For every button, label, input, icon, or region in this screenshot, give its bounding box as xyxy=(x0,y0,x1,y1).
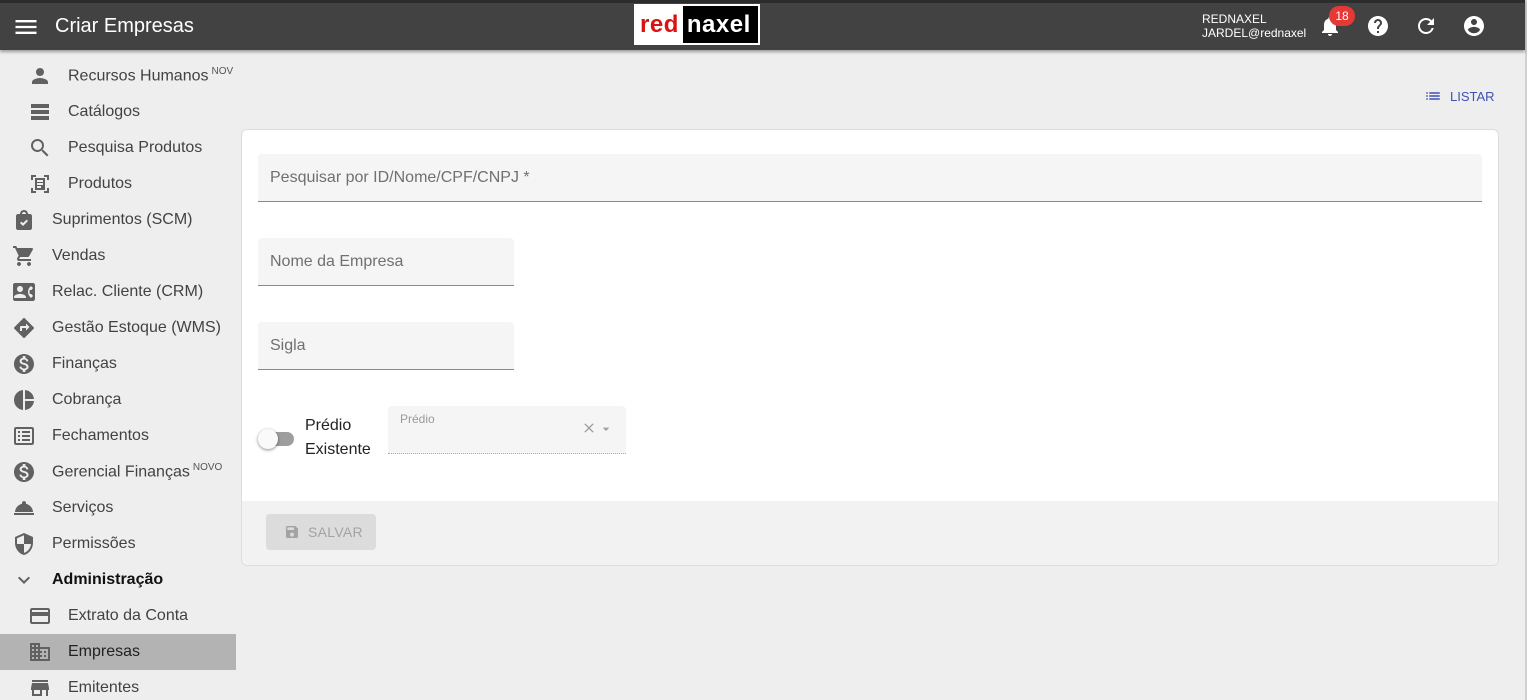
cart-icon xyxy=(12,244,36,268)
sidebar-item-wms[interactable]: Gestão Estoque (WMS) xyxy=(0,310,236,346)
search-placeholder: Pesquisar por ID/Nome/CPF/CNPJ * xyxy=(270,169,530,186)
building-select[interactable]: Prédio xyxy=(388,406,626,454)
sidebar-item-cobranca[interactable]: Cobrança xyxy=(0,382,236,418)
sidebar-item-servicos[interactable]: Serviços xyxy=(0,490,236,526)
sidebar-item-catalogos[interactable]: Catálogos xyxy=(0,94,236,130)
contact-card-icon xyxy=(12,280,36,304)
logo-naxel-text: naxel xyxy=(686,10,751,38)
building-icon xyxy=(28,640,52,664)
save-button[interactable]: SALVAR xyxy=(266,514,376,550)
sidebar-item-label: Serviços xyxy=(52,499,114,516)
shopping-bag-icon xyxy=(12,208,36,232)
user-info: REDNAXEL JARDEL@rednaxel xyxy=(1202,12,1306,40)
sidebar-item-recursos-humanos[interactable]: Recursos Humanos NOV xyxy=(0,58,236,94)
sidebar-item-extrato-da-conta[interactable]: Extrato da Conta xyxy=(0,598,236,634)
sidebar-item-financas[interactable]: Finanças xyxy=(0,346,236,382)
form-footer: SALVAR xyxy=(242,501,1498,565)
menu-icon[interactable] xyxy=(12,13,40,41)
sidebar-item-label: Vendas xyxy=(52,247,106,264)
acronym-field[interactable]: Sigla xyxy=(258,322,514,370)
sidebar-item-pesquisa-produtos[interactable]: Pesquisa Produtos xyxy=(0,130,236,166)
store-icon xyxy=(28,676,52,700)
sidebar-item-label: Emitentes xyxy=(68,679,140,696)
dropdown-arrow-icon[interactable] xyxy=(598,421,614,437)
sidebar-item-produtos[interactable]: Produtos xyxy=(0,166,236,202)
sidebar-item-label: Produtos xyxy=(68,175,133,192)
pie-chart-icon xyxy=(12,388,36,412)
existing-building-toggle[interactable] xyxy=(258,428,294,450)
top-app-bar: Criar Empresas red naxel REDNAXEL JARDEL… xyxy=(0,0,1525,50)
sidebar-item-empresas[interactable]: Empresas xyxy=(0,634,236,670)
search-icon xyxy=(28,136,52,160)
sidebar-item-vendas[interactable]: Vendas xyxy=(0,238,236,274)
directions-icon xyxy=(12,316,36,340)
account-circle-icon[interactable] xyxy=(1462,14,1486,38)
dollar-icon xyxy=(12,352,36,376)
list-button[interactable]: LISTAR xyxy=(1424,87,1495,105)
existing-building-label: Prédio Existente xyxy=(305,417,371,458)
sidebar-item-label: Gestão Estoque (WMS) xyxy=(52,319,221,336)
save-label: SALVAR xyxy=(308,524,363,540)
search-field[interactable]: Pesquisar por ID/Nome/CPF/CNPJ * xyxy=(258,154,1482,202)
sidebar-item-crm[interactable]: Relac. Cliente (CRM) xyxy=(0,274,236,310)
chevron-down-icon xyxy=(12,568,36,592)
rednaxel-logo: red naxel xyxy=(634,4,760,45)
sidebar-item-label: Empresas xyxy=(68,643,141,660)
sidebar: Recursos Humanos NOV Catálogos Pesquisa P… xyxy=(0,58,236,700)
sidebar-item-label: Extrato da Conta xyxy=(68,607,189,624)
sidebar-item-label: Permissões xyxy=(52,535,136,552)
company-name-field[interactable]: Nome da Empresa xyxy=(258,238,514,286)
sidebar-item-label: Pesquisa Produtos xyxy=(68,139,203,156)
sidebar-item-label: Finanças xyxy=(52,355,117,372)
new-badge: NOVO xyxy=(192,462,223,474)
sidebar-item-gerencial-financas[interactable]: Gerencial Finanças NOVO xyxy=(0,454,236,490)
refresh-icon[interactable] xyxy=(1414,14,1438,38)
sidebar-item-administracao[interactable]: Administração xyxy=(0,562,236,598)
dollar-icon xyxy=(12,460,36,484)
shield-icon xyxy=(12,532,36,556)
new-badge: NOV xyxy=(211,66,234,78)
clear-icon[interactable] xyxy=(581,420,597,436)
acronym-placeholder: Sigla xyxy=(270,337,306,354)
save-icon xyxy=(286,526,298,538)
sidebar-item-label: Cobrança xyxy=(52,391,122,408)
sidebar-item-label: Catálogos xyxy=(68,103,141,120)
sidebar-item-label: Gerencial Finanças NOVO xyxy=(52,462,223,481)
room-service-icon xyxy=(12,496,36,520)
user-email: JARDEL@rednaxel xyxy=(1202,26,1307,40)
document-scanner-icon xyxy=(28,172,52,196)
sidebar-item-emitentes[interactable]: Emitentes xyxy=(0,670,236,700)
notification-badge: 18 xyxy=(1329,6,1355,26)
form-card: Pesquisar por ID/Nome/CPF/CNPJ * Nome da… xyxy=(241,129,1499,566)
sidebar-item-label: Fechamentos xyxy=(52,427,149,444)
list-icon xyxy=(28,100,52,124)
receipt-list-icon xyxy=(12,424,36,448)
sidebar-item-label: Suprimentos (SCM) xyxy=(52,211,193,228)
sidebar-item-fechamentos[interactable]: Fechamentos xyxy=(0,418,236,454)
credit-card-icon xyxy=(28,604,52,628)
sidebar-item-permissoes[interactable]: Permissões xyxy=(0,526,236,562)
toggle-thumb xyxy=(258,429,278,449)
user-company: REDNAXEL xyxy=(1202,12,1267,26)
sidebar-item-label: Recursos Humanos NOV xyxy=(68,66,234,85)
logo-red-text: red xyxy=(636,6,683,43)
person-icon xyxy=(28,64,52,88)
sidebar-item-suprimentos[interactable]: Suprimentos (SCM) xyxy=(0,202,236,238)
list-icon xyxy=(1426,92,1440,100)
company-name-placeholder: Nome da Empresa xyxy=(270,253,404,270)
help-icon[interactable] xyxy=(1366,14,1390,38)
sidebar-item-label: Administração xyxy=(52,571,164,588)
page-title: Criar Empresas xyxy=(55,15,194,37)
list-label: LISTAR xyxy=(1450,88,1495,104)
building-select-label: Prédio xyxy=(400,412,435,426)
sidebar-item-label: Relac. Cliente (CRM) xyxy=(52,283,204,300)
